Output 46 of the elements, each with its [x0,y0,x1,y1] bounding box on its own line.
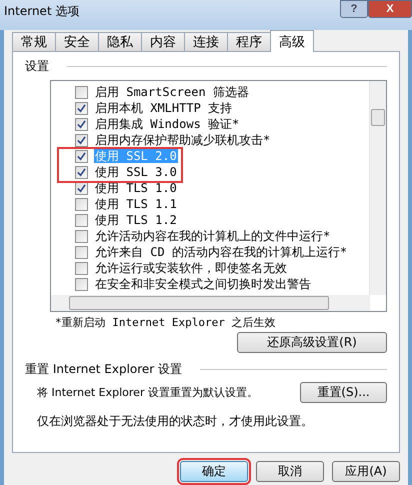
checkbox[interactable] [75,86,88,98]
checkbox[interactable] [75,102,88,114]
dialog-button[interactable]: 确定 [180,461,248,482]
group-title: 设置 [25,58,49,75]
tab[interactable]: 常规 [12,32,56,51]
close-button[interactable]: X [368,0,412,18]
checkbox[interactable] [75,230,88,242]
horizontal-scrollbar[interactable] [51,295,370,311]
checkbox[interactable] [75,134,88,146]
setting-label[interactable]: 允许活动内容在我的计算机上的文件中运行* [94,229,332,243]
dialog-button[interactable]: 取消 [256,461,324,482]
window-title: Internet 选项 [4,3,80,20]
checkbox[interactable] [75,214,88,226]
setting-label[interactable]: 启用内存保护帮助减少联机攻击* [94,133,272,147]
setting-label[interactable]: 启用 SmartScreen 筛选器 [94,85,250,99]
setting-label[interactable]: 使用 TLS 1.1 [94,197,178,211]
tab[interactable]: 安全 [55,32,99,51]
checkbox[interactable] [75,118,88,130]
setting-label[interactable]: 使用 TLS 1.2 [94,213,178,227]
tab[interactable]: 内容 [141,32,185,51]
reset-button[interactable]: 重置(S)... [300,382,387,403]
help-button[interactable]: ? [340,0,368,18]
vertical-scrollbar[interactable] [369,81,386,295]
group-title: 重置 Internet Explorer 设置 [25,361,182,378]
checkbox[interactable] [75,150,88,162]
setting-label[interactable]: 使用 TLS 1.0 [94,181,178,195]
checkbox[interactable] [75,246,88,258]
checkbox[interactable] [75,198,88,210]
tab[interactable]: 隐私 [98,32,142,51]
tab[interactable]: 高级 [270,30,314,52]
setting-label[interactable]: 启用集成 Windows 验证* [94,117,240,131]
reset-hint: 仅在浏览器处于无法使用的状态时，才使用此设置。 [36,413,314,430]
setting-label[interactable]: 启用本机 XMLHTTP 支持 [94,101,234,115]
setting-label[interactable]: 在安全和非安全模式之间切换时发出警告 [94,277,312,291]
checkbox[interactable] [75,166,88,178]
reset-description: 将 Internet Explorer 设置重置为默认设置。 [37,385,258,400]
restart-note: *重新启动 Internet Explorer 之后生效 [55,315,276,330]
setting-label[interactable]: 使用 SSL 3.0 [94,165,178,179]
tab[interactable]: 连接 [184,32,228,51]
tab[interactable]: 程序 [227,32,271,51]
checkbox[interactable] [75,278,88,290]
setting-label[interactable]: 允许运行或安装软件，即使签名无效 [94,261,288,275]
dialog-button[interactable]: 应用(A) [332,461,400,482]
checkbox[interactable] [75,262,88,274]
setting-label[interactable]: 允许来自 CD 的活动内容在我的计算机上运行* [94,245,348,259]
restore-button[interactable]: 还原高级设置(R) [237,332,387,353]
